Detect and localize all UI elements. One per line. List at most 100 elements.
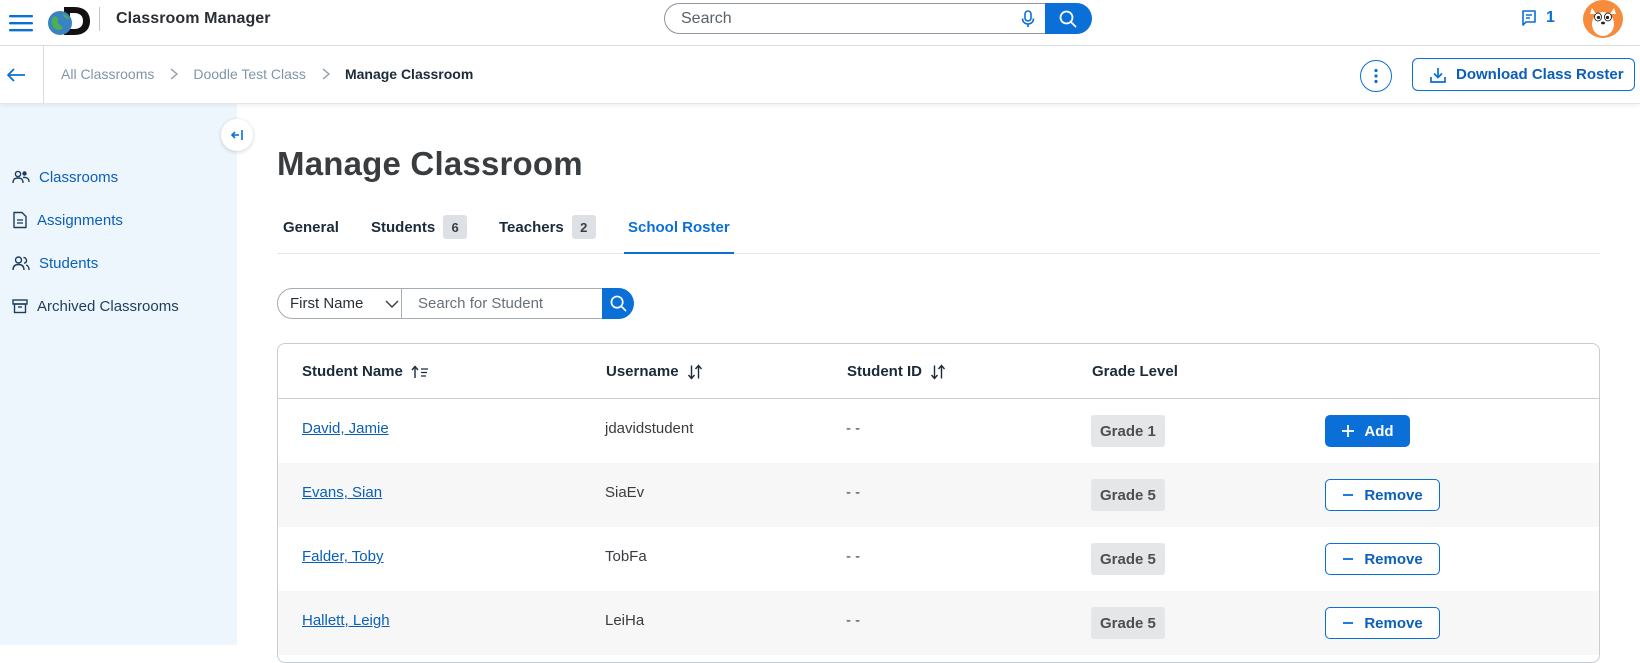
sort-icon[interactable] [930,363,946,380]
sidebar-item-assignments[interactable]: Assignments [12,209,123,231]
global-search [664,3,1092,34]
tab-bar: General Students 6 Teachers 2 School Ros… [277,202,1600,254]
download-class-roster-button[interactable]: Download Class Roster [1412,58,1635,91]
microphone-icon[interactable] [1020,10,1036,28]
column-label: Grade Level [1092,363,1178,380]
button-label: Remove [1364,614,1423,632]
breadcrumb-all-classrooms[interactable]: All Classrooms [61,66,154,82]
filter-field-value: First Name [290,295,364,312]
notifications[interactable]: 1 [1520,8,1555,28]
app-title: Classroom Manager [116,10,271,27]
button-label: Add [1364,422,1394,440]
table-header: Student Name Username Student ID Grade L… [278,344,1599,399]
download-label: Download Class Roster [1456,66,1624,83]
collapse-icon [230,130,243,140]
teachers-count-badge: 2 [571,215,596,239]
column-label: Student Name [302,363,403,380]
search-icon [610,295,627,312]
button-label: Remove [1364,486,1423,504]
student-name-link[interactable]: Evans, Sian [302,484,382,501]
collapse-sidebar-button[interactable] [221,119,253,151]
filter-field-select[interactable]: First Name [277,288,402,319]
download-icon [1430,67,1446,83]
column-student-name[interactable]: Student Name [302,363,429,380]
tab-label: Students [371,218,436,236]
column-label: Username [606,363,679,380]
remove-student-button[interactable]: Remove [1325,479,1440,511]
column-student-id[interactable]: Student ID [847,363,946,380]
remove-student-button[interactable]: Remove [1325,607,1440,639]
search-input[interactable] [664,3,1046,34]
tab-teachers[interactable]: Teachers 2 [499,202,596,254]
add-student-button[interactable]: Add [1325,415,1410,447]
tab-school-roster[interactable]: School Roster [624,202,734,254]
tab-general[interactable]: General [283,202,339,254]
username-cell: TobFa [605,548,647,565]
student-search-input[interactable] [402,288,602,319]
chevron-right-icon [170,68,179,80]
sidebar-item-archived-classrooms[interactable]: Archived Classrooms [12,295,179,317]
grade-badge: Grade 5 [1091,607,1165,639]
student-name-link[interactable]: David, Jamie [302,420,389,437]
tab-students[interactable]: Students 6 [371,202,468,254]
remove-student-button[interactable]: Remove [1325,543,1440,575]
sidebar-item-students[interactable]: Students [12,252,98,274]
tab-label: School Roster [628,218,730,236]
school-roster-table: Student Name Username Student ID Grade L… [277,343,1600,663]
breadcrumb-divider [43,46,44,104]
table-row: Hallett, Leigh LeiHa - - Grade 5 Remove [278,591,1599,655]
students-icon [12,256,30,271]
username-cell: LeiHa [605,612,645,629]
sidebar-item-label: Assignments [37,211,123,229]
search-button[interactable] [1045,3,1092,34]
breadcrumb-bar: All Classrooms Doodle Test Class Manage … [0,46,1640,104]
classrooms-icon [12,170,30,184]
chevron-down-icon [385,300,399,308]
breadcrumb: All Classrooms Doodle Test Class Manage … [61,66,473,82]
table-row: Evans, Sian SiaEv - - Grade 5 Remove [278,463,1599,527]
header-divider [99,7,100,31]
student-id-cell: - - [846,484,861,501]
breadcrumb-class[interactable]: Doodle Test Class [193,66,306,82]
assignments-icon [13,211,27,229]
sort-icon[interactable] [687,363,703,380]
student-id-cell: - - [846,420,861,437]
tab-label: General [283,218,339,236]
chevron-right-icon [322,68,330,80]
table-row: David, Jamie jdavidstudent - - Grade 1 A… [278,399,1599,463]
student-name-link[interactable]: Hallett, Leigh [302,612,390,629]
avatar[interactable] [1583,0,1623,38]
notification-icon [1522,10,1536,26]
breadcrumb-current: Manage Classroom [344,66,474,82]
more-options-button[interactable] [1360,60,1392,92]
page-title: Manage Classroom [277,145,583,182]
column-username[interactable]: Username [606,363,703,380]
username-cell: jdavidstudent [605,420,694,437]
tab-label: Teachers [499,218,564,236]
button-label: Remove [1364,550,1423,568]
username-cell: SiaEv [605,484,645,501]
table-row: Falder, Toby TobFa - - Grade 5 Remove [278,527,1599,591]
minus-icon [1343,494,1354,496]
student-id-cell: - - [846,548,861,565]
student-search-button[interactable] [602,288,634,319]
sidebar-item-label: Classrooms [39,168,119,186]
column-label: Student ID [847,363,922,380]
grade-badge: Grade 5 [1091,479,1165,511]
column-grade-level: Grade Level [1092,363,1178,380]
back-arrow-icon[interactable] [5,67,27,83]
kebab-icon [1374,68,1378,84]
search-icon [1059,10,1077,28]
menu-icon[interactable] [8,11,34,35]
students-count-badge: 6 [443,215,468,239]
sort-ascending-icon[interactable] [411,364,429,379]
student-name-link[interactable]: Falder, Toby [302,548,383,565]
sidebar-item-label: Archived Classrooms [37,297,179,315]
discovery-logo-icon[interactable] [44,3,92,39]
notification-count: 1 [1546,9,1555,26]
plus-icon [1342,425,1355,437]
top-bar: Classroom Manager 1 [0,0,1640,46]
sidebar-item-classrooms[interactable]: Classrooms [12,166,118,188]
grade-badge: Grade 1 [1091,415,1165,447]
archive-icon [12,299,28,314]
